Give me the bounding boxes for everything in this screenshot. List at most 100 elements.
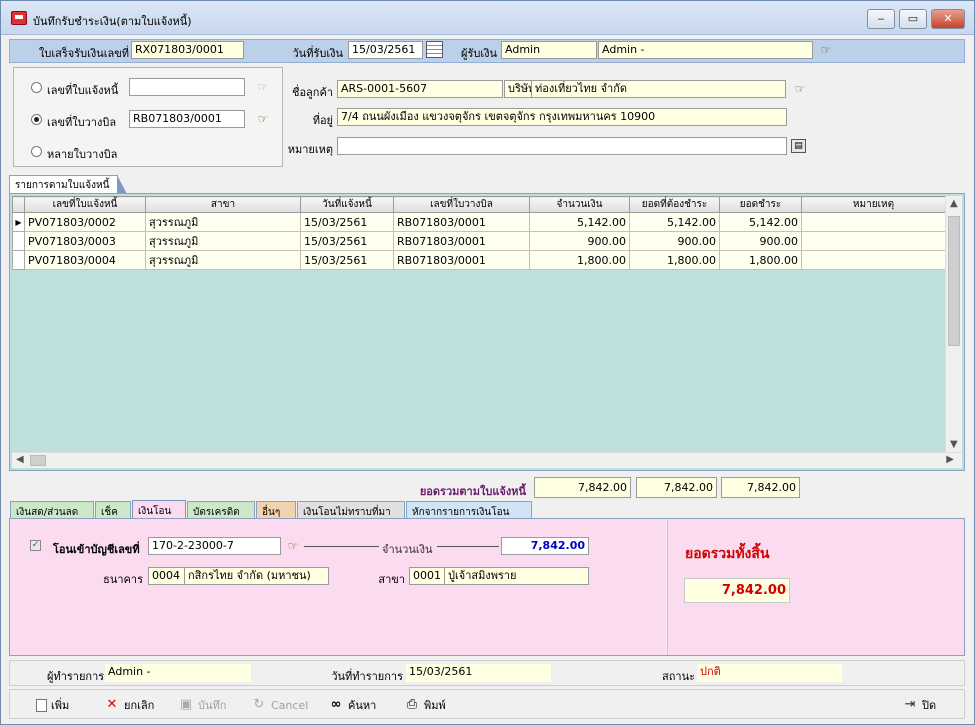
receipt-date-label: วันที่รับเงิน bbox=[292, 47, 344, 60]
scroll-down-icon[interactable]: ▼ bbox=[950, 439, 958, 450]
col-invoice-no[interactable]: เลขที่ใบแจ้งหนี้ bbox=[24, 196, 146, 213]
cell-branch[interactable]: สุวรรณภูมิ bbox=[145, 231, 301, 251]
close-window-button[interactable]: ✕ bbox=[931, 9, 965, 29]
cancel-button[interactable]: ↻ Cancel bbox=[251, 695, 309, 715]
col-branch[interactable]: สาขา bbox=[145, 196, 301, 213]
cancel-document-button[interactable]: ✕ ยกเลิก bbox=[104, 695, 155, 715]
row-indicator bbox=[12, 231, 25, 251]
cell-branch[interactable]: สุวรรณภูมิ bbox=[145, 212, 301, 232]
cell-remark[interactable] bbox=[801, 250, 946, 270]
cell-due[interactable]: 1,800.00 bbox=[629, 250, 720, 270]
table-row[interactable]: PV071803/0003 สุวรรณภูมิ 15/03/2561 RB07… bbox=[12, 231, 946, 251]
print-button[interactable]: ⎙ พิมพ์ bbox=[404, 695, 446, 715]
tab-others[interactable]: อื่นๆ bbox=[256, 501, 296, 519]
pick-invoice-icon[interactable]: ☞ bbox=[254, 80, 272, 95]
col-remark[interactable]: หมายเหตุ bbox=[801, 196, 946, 213]
panel-divider bbox=[666, 519, 668, 655]
receipt-number-field[interactable]: RX071803/0001 bbox=[131, 41, 244, 59]
cell-billing-no[interactable]: RB071803/0001 bbox=[393, 212, 530, 232]
transfer-account-label: โอนเข้าบัญชีเลขที่ bbox=[53, 543, 140, 556]
cell-branch[interactable]: สุวรรณภูมิ bbox=[145, 250, 301, 270]
customer-code-field[interactable]: ARS-0001-5607 bbox=[337, 80, 503, 98]
note-field[interactable] bbox=[337, 137, 787, 155]
cell-invoice-no[interactable]: PV071803/0004 bbox=[24, 250, 146, 270]
current-row-icon: ▶ bbox=[12, 212, 25, 232]
add-label: เพิ่ม bbox=[51, 699, 70, 712]
pick-account-icon[interactable]: ☞ bbox=[284, 539, 302, 554]
scroll-left-icon[interactable]: ◀ bbox=[16, 454, 24, 465]
radio-billing-no[interactable] bbox=[31, 114, 42, 125]
tab-deduct-transfer[interactable]: หักจากรายการเงินโอน bbox=[406, 501, 532, 519]
transfer-amount-field[interactable]: 7,842.00 bbox=[501, 537, 589, 555]
tab-credit-card[interactable]: บัตรเครดิต bbox=[187, 501, 255, 519]
cell-due[interactable]: 5,142.00 bbox=[629, 212, 720, 232]
cell-invoice-no[interactable]: PV071803/0003 bbox=[24, 231, 146, 251]
tab-invoice-items[interactable]: รายการตามใบแจ้งหนี้ bbox=[9, 175, 128, 194]
entry-date-value: 15/03/2561 bbox=[406, 664, 551, 682]
cell-paid[interactable]: 1,800.00 bbox=[719, 250, 802, 270]
total-paid-field: 7,842.00 bbox=[721, 477, 800, 498]
tab-unknown-transfer[interactable]: เงินโอนไม่ทราบที่มา bbox=[297, 501, 405, 519]
cell-due[interactable]: 900.00 bbox=[629, 231, 720, 251]
col-invoice-date[interactable]: วันที่แจ้งหนี้ bbox=[300, 196, 394, 213]
col-billing-no[interactable]: เลขที่ใบวางบิล bbox=[393, 196, 530, 213]
receiver-code-field[interactable]: Admin bbox=[501, 41, 597, 59]
pick-receiver-icon[interactable]: ☞ bbox=[817, 43, 835, 58]
tab-bank-transfer[interactable]: เงินโอน bbox=[132, 500, 186, 519]
note-editor-icon[interactable]: ▤ bbox=[791, 139, 806, 153]
grid-vertical-scrollbar[interactable]: ▲ ▼ bbox=[945, 196, 962, 452]
cell-date[interactable]: 15/03/2561 bbox=[300, 250, 394, 270]
total-amount-field: 7,842.00 bbox=[534, 477, 631, 498]
cell-remark[interactable] bbox=[801, 231, 946, 251]
printer-icon: ⎙ bbox=[406, 697, 418, 712]
table-row[interactable]: PV071803/0004 สุวรรณภูมิ 15/03/2561 RB07… bbox=[12, 250, 946, 270]
action-toolbar: เพิ่ม ✕ ยกเลิก ▣ บันทึก ↻ Cancel ∞ ค้นหา… bbox=[9, 689, 965, 719]
vertical-scroll-thumb[interactable] bbox=[948, 216, 960, 346]
bank-label: ธนาคาร bbox=[103, 573, 143, 586]
cell-date[interactable]: 15/03/2561 bbox=[300, 212, 394, 232]
bank-code-field[interactable]: 0004 bbox=[148, 567, 185, 585]
cell-billing-no[interactable]: RB071803/0001 bbox=[393, 231, 530, 251]
pick-customer-icon[interactable]: ☞ bbox=[791, 82, 809, 97]
radio-multiple-billing[interactable] bbox=[31, 146, 42, 157]
print-label: พิมพ์ bbox=[424, 699, 446, 712]
tab-cheque[interactable]: เช็ค bbox=[95, 501, 131, 519]
save-button[interactable]: ▣ บันทึก bbox=[178, 695, 227, 715]
billing-no-field[interactable]: RB071803/0001 bbox=[129, 110, 245, 128]
minimize-button[interactable]: ‒ bbox=[867, 9, 895, 29]
table-row[interactable]: ▶ PV071803/0002 สุวรรณภูมิ 15/03/2561 RB… bbox=[12, 212, 946, 232]
transfer-checkbox[interactable]: ✓ bbox=[30, 540, 41, 551]
branch-label: สาขา bbox=[378, 573, 405, 586]
branch-code-field[interactable]: 0001 bbox=[409, 567, 445, 585]
scroll-right-icon[interactable]: ▶ bbox=[946, 454, 954, 465]
transfer-account-field[interactable]: 170-2-23000-7 bbox=[148, 537, 281, 555]
cell-amount[interactable]: 1,800.00 bbox=[529, 250, 630, 270]
cell-invoice-no[interactable]: PV071803/0002 bbox=[24, 212, 146, 232]
operator-value: Admin - bbox=[105, 664, 251, 682]
search-button[interactable]: ∞ ค้นหา bbox=[328, 695, 377, 715]
cell-amount[interactable]: 900.00 bbox=[529, 231, 630, 251]
receipt-date-field[interactable]: 15/03/2561 bbox=[348, 41, 423, 59]
horizontal-scroll-thumb[interactable] bbox=[30, 455, 46, 466]
maximize-button[interactable]: ▭ bbox=[899, 9, 927, 29]
cell-amount[interactable]: 5,142.00 bbox=[529, 212, 630, 232]
col-paid[interactable]: ยอดชำระ bbox=[719, 196, 802, 213]
radio-invoice-no[interactable] bbox=[31, 82, 42, 93]
scroll-up-icon[interactable]: ▲ bbox=[950, 198, 958, 209]
cell-paid[interactable]: 900.00 bbox=[719, 231, 802, 251]
close-button[interactable]: ⇥ ปิด bbox=[902, 695, 937, 715]
calendar-icon[interactable] bbox=[426, 41, 443, 58]
cell-date[interactable]: 15/03/2561 bbox=[300, 231, 394, 251]
cell-paid[interactable]: 5,142.00 bbox=[719, 212, 802, 232]
pick-billing-icon[interactable]: ☞ bbox=[254, 112, 272, 127]
tab-cash-discount[interactable]: เงินสด/ส่วนลด bbox=[10, 501, 94, 519]
receipt-number-label: ใบเสร็จรับเงินเลขที่ bbox=[39, 47, 129, 60]
col-due[interactable]: ยอดที่ต้องชำระ bbox=[629, 196, 720, 213]
add-button[interactable]: เพิ่ม bbox=[36, 695, 69, 715]
grid-horizontal-scrollbar[interactable]: ◀ ▶ bbox=[12, 452, 962, 468]
cell-remark[interactable] bbox=[801, 212, 946, 232]
cell-billing-no[interactable]: RB071803/0001 bbox=[393, 250, 530, 270]
invoice-grid: เลขที่ใบแจ้งหนี้ สาขา วันที่แจ้งหนี้ เลข… bbox=[9, 193, 965, 471]
invoice-no-field[interactable] bbox=[129, 78, 245, 96]
col-amount[interactable]: จำนวนเงิน bbox=[529, 196, 630, 213]
